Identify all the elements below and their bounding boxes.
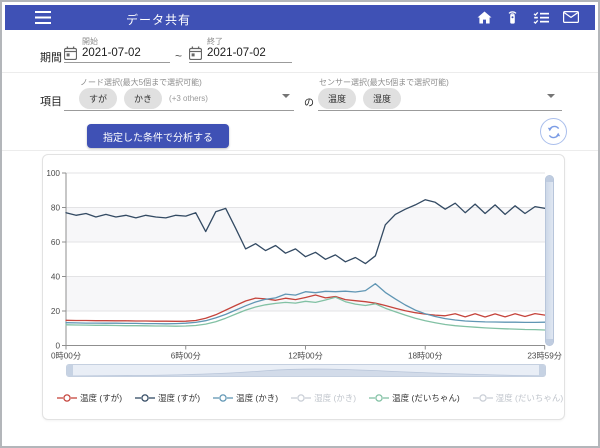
line-chart: 0 20 40 60 80 100 0時00分 6時00分 12時00分 18時00分 23時59分 <box>43 155 566 387</box>
period-separator: ~ <box>175 49 182 63</box>
chart-legend: 温度 (すが) 湿度 (すが) 温度 (かき) 湿度 (かき) 温度 (だいちゃん) 湿度… <box>57 392 563 404</box>
row-divider <box>2 72 598 73</box>
app-bar: データ共有 <box>5 5 595 30</box>
menu-icon[interactable] <box>35 11 51 29</box>
legend-marker-icon <box>135 393 155 403</box>
y-tick-label: 20 <box>51 307 61 316</box>
legend-label: 温度 (だいちゃん) <box>392 392 460 404</box>
row-divider <box>2 150 598 151</box>
legend-label: 温度 (すが) <box>80 392 122 404</box>
selection-chip[interactable]: かき <box>124 88 162 109</box>
legend-marker-icon <box>369 393 389 403</box>
start-date-underline <box>64 62 170 63</box>
node-select-underline <box>64 110 294 111</box>
x-tick-label: 23時59分 <box>527 352 562 361</box>
mail-icon[interactable] <box>563 11 579 23</box>
legend-label: 湿度 (すが) <box>158 392 200 404</box>
node-select-overflow: (+3 others) <box>169 94 208 103</box>
node-select-dropdown-arrow-icon[interactable] <box>282 94 290 98</box>
scrollbar-cap[interactable] <box>546 176 553 182</box>
x-tick-label: 6時00分 <box>171 352 201 361</box>
app-title: データ共有 <box>126 11 191 28</box>
sensor-select-chips[interactable]: 温度湿度 <box>318 88 401 109</box>
end-date-label: 終了 <box>207 36 223 47</box>
legend-marker-icon <box>57 393 77 403</box>
navigator-handle-right[interactable] <box>539 365 545 376</box>
sync-icon <box>547 125 561 139</box>
start-date-label: 開始 <box>82 36 98 47</box>
selection-chip[interactable]: 温度 <box>318 88 356 109</box>
y-tick-label: 80 <box>51 203 61 212</box>
end-date-input[interactable]: 2021-07-02 <box>207 47 266 59</box>
sensor-select-label: センサー選択(最大5個まで選択可能) <box>319 77 449 88</box>
end-date-underline <box>189 62 292 63</box>
sensor-select-dropdown-arrow-icon[interactable] <box>547 94 555 98</box>
app-bar-actions <box>477 10 579 24</box>
x-tick-label: 0時00分 <box>51 352 81 361</box>
legend-marker-icon <box>291 393 311 403</box>
node-select-label: ノード選択(最大5個まで選択可能) <box>80 77 202 88</box>
legend-item[interactable]: 湿度 (すが) <box>135 392 200 404</box>
scrollbar-cap[interactable] <box>546 339 553 345</box>
legend-item[interactable]: 温度 (すが) <box>57 392 122 404</box>
node-select-chips[interactable]: すがかき (+3 others) <box>79 88 208 109</box>
x-tick-label: 12時00分 <box>288 352 323 361</box>
legend-item[interactable]: 温度 (だいちゃん) <box>369 392 460 404</box>
navigator-handle-left[interactable] <box>67 365 73 376</box>
y-tick-label: 60 <box>51 238 61 247</box>
plot-band <box>66 208 545 243</box>
navigator-preview <box>67 367 545 377</box>
start-date-input[interactable]: 2021-07-02 <box>82 47 141 59</box>
remote-sensor-icon[interactable] <box>506 10 519 24</box>
legend-label: 湿度 (かき) <box>314 392 356 404</box>
x-tick-label: 18時00分 <box>408 352 443 361</box>
refresh-button[interactable] <box>540 118 567 145</box>
legend-label: 温度 (かき) <box>236 392 278 404</box>
legend-item[interactable]: 湿度 (かき) <box>291 392 356 404</box>
legend-marker-icon <box>213 393 233 403</box>
y-tick-label: 40 <box>51 272 61 281</box>
legend-label: 湿度 (だいちゃん) <box>496 392 564 404</box>
y-tick-label: 100 <box>46 169 60 178</box>
plot-band <box>66 277 545 312</box>
home-icon[interactable] <box>477 11 492 24</box>
period-label: 期間 <box>40 49 62 65</box>
legend-item[interactable]: 湿度 (だいちゃん) <box>473 392 564 404</box>
legend-item[interactable]: 温度 (かき) <box>213 392 278 404</box>
selection-chip[interactable]: 湿度 <box>363 88 401 109</box>
chart-range-navigator[interactable] <box>66 364 546 377</box>
sensor-select-underline <box>318 110 562 111</box>
analyze-button[interactable]: 指定した条件で分析する <box>87 124 229 148</box>
legend-marker-icon <box>473 393 493 403</box>
items-connector: の <box>304 94 314 109</box>
chart-vertical-scrollbar[interactable] <box>545 175 554 346</box>
selection-chip[interactable]: すが <box>79 88 117 109</box>
y-tick-label: 0 <box>55 341 60 350</box>
chart-card: 0 20 40 60 80 100 0時00分 6時00分 12時00分 18時00分 23時59分… <box>42 154 565 420</box>
items-label: 項目 <box>40 93 62 109</box>
app-window: データ共有 <box>0 0 600 448</box>
checklist-icon[interactable] <box>533 11 549 24</box>
